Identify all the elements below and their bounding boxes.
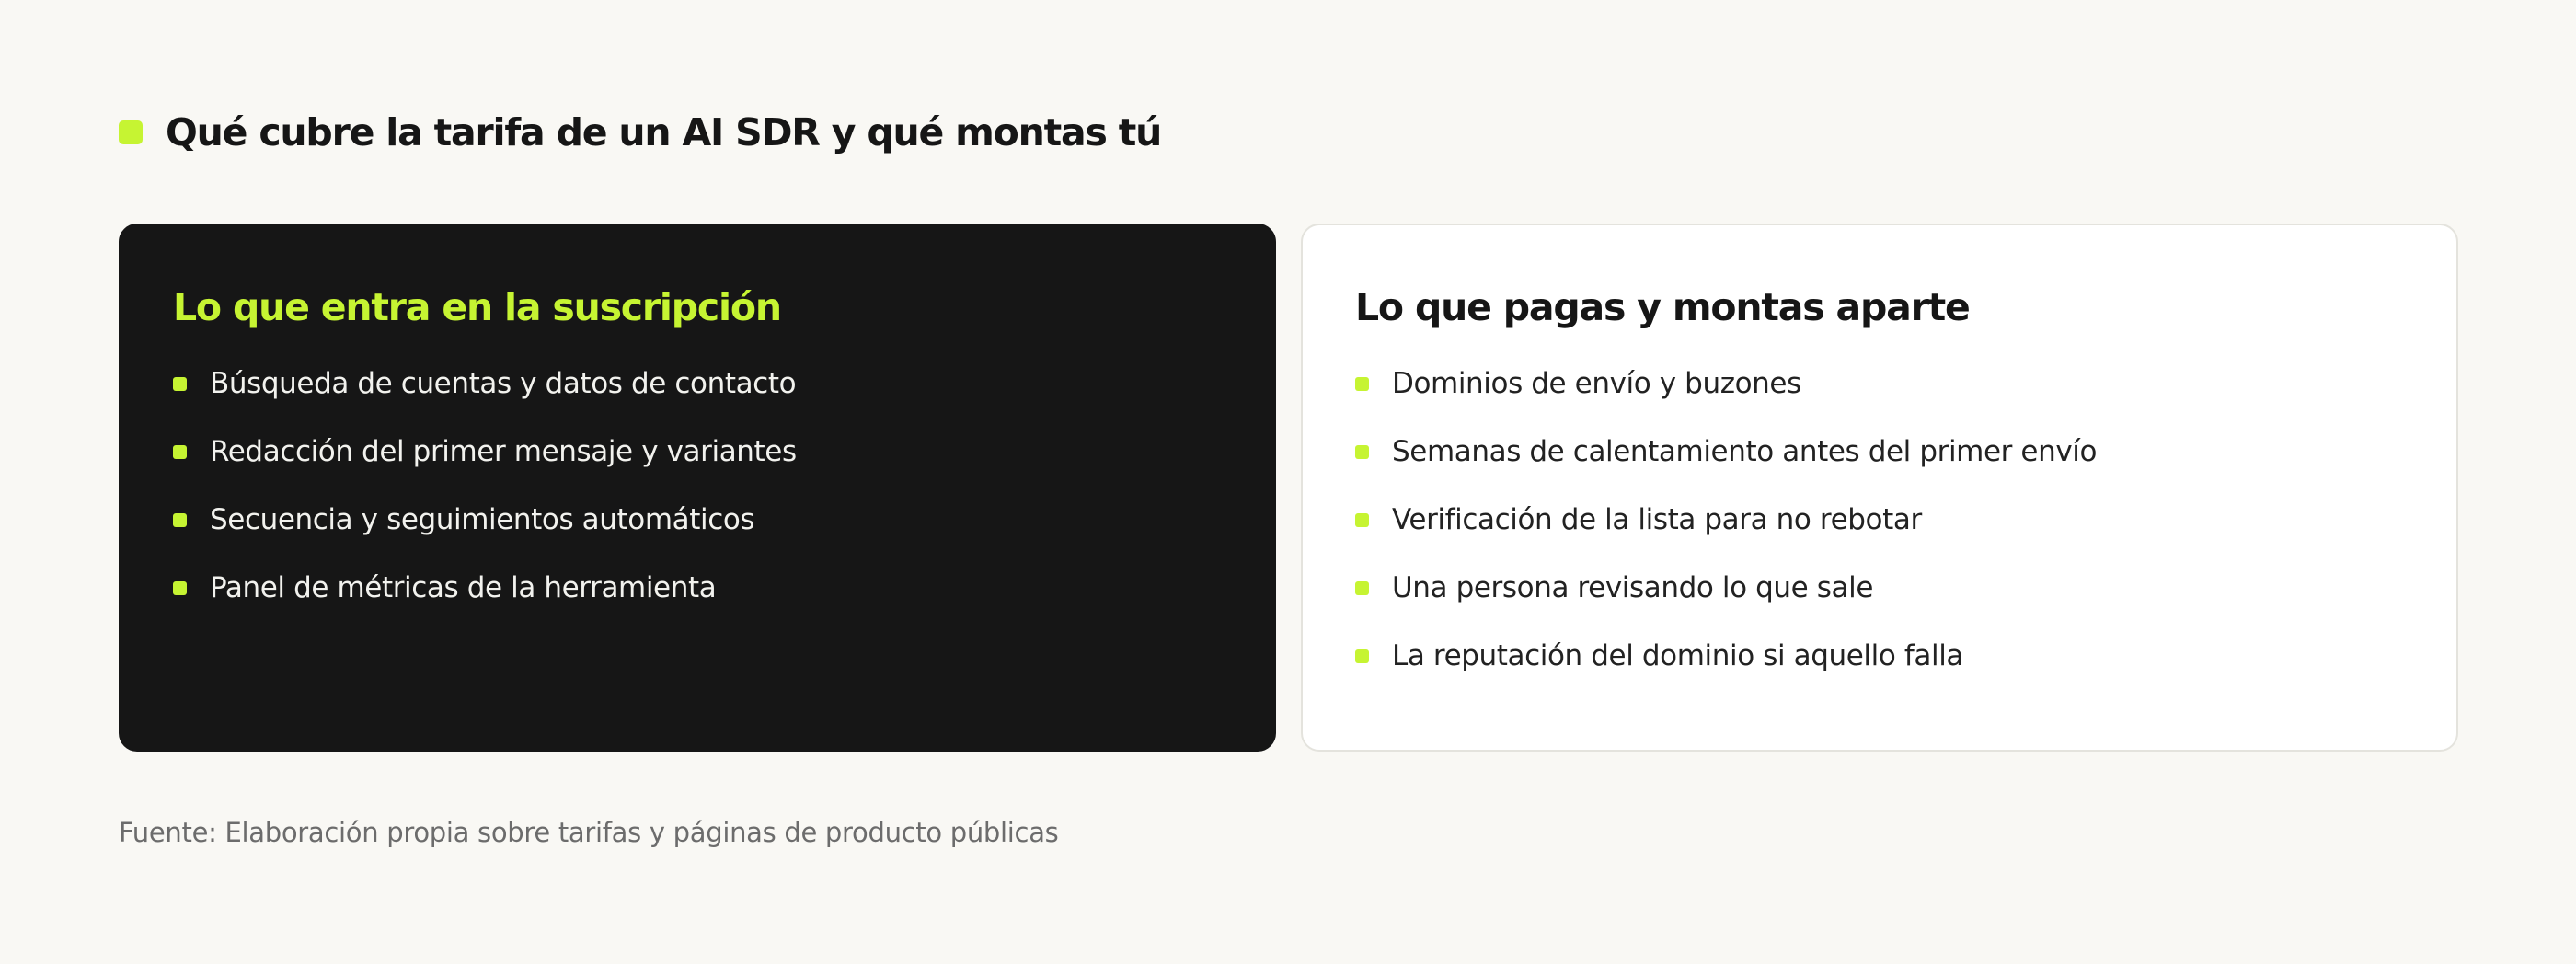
bullet-square-icon (173, 512, 187, 527)
list-item: Semanas de calentamiento antes del prime… (1355, 418, 2404, 486)
included-card-heading: Lo que entra en la suscripción (173, 285, 782, 329)
bullet-square-icon (1355, 512, 1369, 527)
included-list: Búsqueda de cuentas y datos de contacto … (173, 350, 1222, 622)
bullet-square-icon (1355, 648, 1369, 663)
list-item-text: Una persona revisando lo que sale (1392, 571, 1874, 604)
bullet-square-icon (173, 580, 187, 595)
list-item-text: Secuencia y seguimientos automáticos (210, 503, 755, 536)
included-card: Lo que entra en la suscripción Búsqueda … (119, 224, 1276, 752)
list-item: Verificación de la lista para no rebotar (1355, 486, 2404, 554)
list-item: Redacción del primer mensaje y variantes (173, 418, 1222, 486)
list-item-text: Dominios de envío y buzones (1392, 367, 1801, 400)
source-note: Fuente: Elaboración propia sobre tarifas… (119, 817, 1059, 848)
extra-costs-card-heading: Lo que pagas y montas aparte (1355, 285, 1971, 329)
list-item-text: La reputación del dominio si aquello fal… (1392, 639, 1964, 672)
list-item: Panel de métricas de la herramienta (173, 554, 1222, 622)
bullet-square-icon (1355, 580, 1369, 595)
title-accent-square (119, 120, 143, 144)
extra-costs-card: Lo que pagas y montas aparte Dominios de… (1301, 224, 2458, 752)
extra-costs-list: Dominios de envío y buzones Semanas de c… (1355, 350, 2404, 690)
list-item: Búsqueda de cuentas y datos de contacto (173, 350, 1222, 418)
list-item-text: Panel de métricas de la herramienta (210, 571, 717, 604)
list-item: La reputación del dominio si aquello fal… (1355, 622, 2404, 690)
bullet-square-icon (173, 376, 187, 391)
list-item-text: Redacción del primer mensaje y variantes (210, 435, 797, 468)
bullet-square-icon (1355, 376, 1369, 391)
page-title: Qué cubre la tarifa de un AI SDR y qué m… (166, 110, 1162, 155)
bullet-square-icon (173, 444, 187, 459)
list-item: Dominios de envío y buzones (1355, 350, 2404, 418)
list-item-text: Semanas de calentamiento antes del prime… (1392, 435, 2098, 468)
list-item: Secuencia y seguimientos automáticos (173, 486, 1222, 554)
list-item-text: Búsqueda de cuentas y datos de contacto (210, 367, 797, 400)
list-item: Una persona revisando lo que sale (1355, 554, 2404, 622)
list-item-text: Verificación de la lista para no rebotar (1392, 503, 1922, 536)
page-title-row: Qué cubre la tarifa de un AI SDR y qué m… (119, 103, 1162, 162)
bullet-square-icon (1355, 444, 1369, 459)
